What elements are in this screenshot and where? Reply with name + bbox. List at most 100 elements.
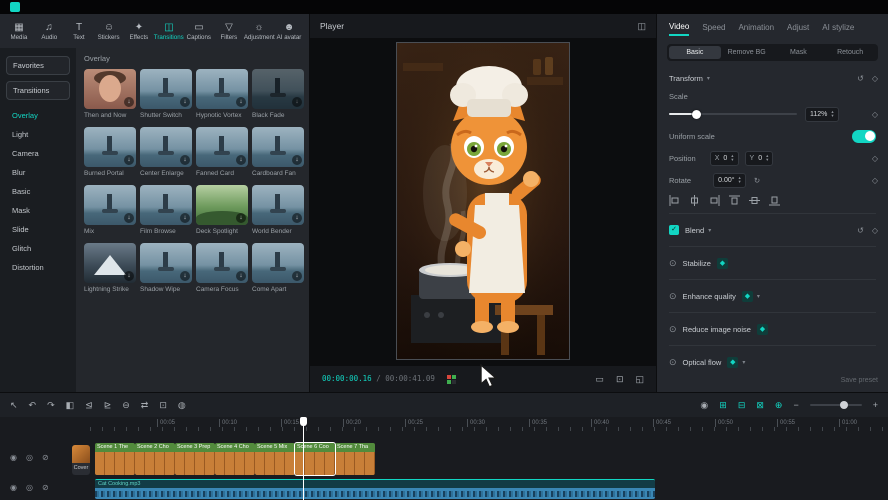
rotate-dial-icon[interactable]: ↻ bbox=[754, 176, 760, 185]
sidebar-item-glitch[interactable]: Glitch bbox=[6, 239, 70, 258]
align-center-h-icon[interactable] bbox=[689, 195, 700, 206]
transition-item[interactable]: ↓Lightning Strike bbox=[84, 243, 136, 301]
mute-track-icon[interactable]: ◉ bbox=[10, 483, 17, 492]
sidebar-item-basic[interactable]: Basic bbox=[6, 182, 70, 201]
uniform-scale-toggle[interactable] bbox=[852, 130, 876, 143]
tab-ai-stylize[interactable]: AI stylize bbox=[822, 23, 854, 35]
sidebar-item-camera[interactable]: Camera bbox=[6, 144, 70, 163]
stepper-down-icon[interactable]: ▾ bbox=[739, 180, 741, 184]
sidebar-item-mask[interactable]: Mask bbox=[6, 201, 70, 220]
transition-item[interactable]: ↓Mix bbox=[84, 185, 136, 243]
tab-speed[interactable]: Speed bbox=[702, 23, 725, 35]
align-right-icon[interactable] bbox=[709, 195, 720, 206]
snapshot-icon[interactable]: ⊡ bbox=[616, 374, 624, 385]
transition-item[interactable]: ↓Burned Portal bbox=[84, 127, 136, 185]
preview-axis-icon[interactable]: ⊞ bbox=[719, 400, 727, 411]
sidebar-item-overlay[interactable]: Overlay bbox=[6, 106, 70, 125]
transition-item[interactable]: ↓Deck Spotlight bbox=[196, 185, 248, 243]
keyframe-icon[interactable]: ◇ bbox=[872, 74, 878, 83]
transition-item[interactable]: ↓Then and Now bbox=[84, 69, 136, 127]
transition-item[interactable]: ↓Shadow Wipe bbox=[140, 243, 192, 301]
clip-scene-7[interactable]: Scene 7 Tha bbox=[335, 443, 375, 475]
clip-scene-1[interactable]: Scene 1 The bbox=[95, 443, 135, 475]
auto-ripple-icon[interactable]: ⊟ bbox=[738, 400, 746, 411]
split-icon[interactable]: ◧ bbox=[66, 400, 75, 411]
keyframe-icon[interactable]: ◇ bbox=[872, 176, 878, 185]
transition-item[interactable]: ↓World Bender bbox=[252, 185, 304, 243]
transition-item[interactable]: ↓Black Fade bbox=[252, 69, 304, 127]
stepper-down-icon[interactable]: ▾ bbox=[831, 114, 833, 118]
tab-video[interactable]: Video bbox=[669, 22, 689, 36]
subtab-retouch[interactable]: Retouch bbox=[824, 46, 876, 59]
sidebar-item-light[interactable]: Light bbox=[6, 125, 70, 144]
keyframe-icon[interactable]: ◇ bbox=[872, 110, 878, 119]
zoom-slider-knob[interactable] bbox=[840, 401, 848, 409]
transition-item[interactable]: ↓Camera Focus bbox=[196, 243, 248, 301]
transition-item[interactable]: ↓Fanned Card bbox=[196, 127, 248, 185]
clip-scene-4[interactable]: Scene 4 Cho bbox=[215, 443, 255, 475]
tab-adjustment[interactable]: ☼Adjustment bbox=[244, 22, 274, 41]
reset-icon[interactable]: ↺ bbox=[857, 226, 864, 235]
subtab-remove-bg[interactable]: Remove BG bbox=[721, 46, 773, 59]
snapping-icon[interactable]: ⊕ bbox=[775, 400, 783, 411]
align-middle-v-icon[interactable] bbox=[749, 195, 760, 206]
video-preview[interactable] bbox=[310, 38, 656, 366]
zoom-in-icon[interactable]: + bbox=[873, 400, 878, 410]
mask-tool-icon[interactable]: ◍ bbox=[178, 400, 186, 411]
sidebar-item-blur[interactable]: Blur bbox=[6, 163, 70, 182]
enhance-quality-label[interactable]: Enhance quality bbox=[683, 292, 736, 301]
clip-scene-6[interactable]: Scene 6 Coo bbox=[295, 443, 335, 475]
tab-ai-avatar[interactable]: ☻AI avatar bbox=[274, 22, 304, 41]
mirror-icon[interactable]: ⇄ bbox=[141, 400, 149, 411]
transition-item[interactable]: ↓Shutter Switch bbox=[140, 69, 192, 127]
reduce-noise-label[interactable]: Reduce image noise bbox=[683, 325, 751, 334]
transform-section-label[interactable]: Transform bbox=[669, 74, 703, 83]
fullscreen-icon[interactable]: ◱ bbox=[635, 374, 644, 385]
tab-captions[interactable]: ▭Captions bbox=[184, 22, 214, 41]
delete-left-icon[interactable]: ⊴ bbox=[85, 400, 93, 411]
keyframe-icon[interactable]: ◇ bbox=[872, 154, 878, 163]
timeline-zoom-slider[interactable] bbox=[810, 404, 862, 406]
scale-value-stepper[interactable]: 112% ▴▾ bbox=[805, 107, 839, 122]
blend-label[interactable]: Blend bbox=[685, 226, 704, 235]
save-preset-button[interactable]: Save preset bbox=[841, 377, 878, 384]
stepper-down-icon[interactable]: ▾ bbox=[766, 158, 768, 162]
zoom-out-icon[interactable]: − bbox=[793, 400, 798, 410]
sidebar-transitions[interactable]: Transitions bbox=[6, 81, 70, 100]
tab-stickers[interactable]: ☺Stickers bbox=[94, 22, 124, 41]
ratio-icon[interactable]: ▭ bbox=[595, 374, 604, 385]
stepper-down-icon[interactable]: ▾ bbox=[731, 158, 733, 162]
align-left-icon[interactable] bbox=[669, 195, 680, 206]
transition-item[interactable]: ↓Film Browse bbox=[140, 185, 192, 243]
optical-flow-label[interactable]: Optical flow bbox=[683, 358, 722, 367]
subtab-basic[interactable]: Basic bbox=[669, 46, 721, 59]
playhead[interactable] bbox=[303, 417, 304, 500]
voiceover-icon[interactable]: ◉ bbox=[700, 400, 708, 411]
rotate-stepper[interactable]: 0.00° ▴▾ bbox=[713, 173, 746, 188]
position-y-stepper[interactable]: Y 0 ▴▾ bbox=[745, 151, 774, 166]
tab-animation[interactable]: Animation bbox=[738, 23, 774, 35]
redo-icon[interactable]: ↷ bbox=[47, 400, 55, 411]
tab-audio[interactable]: ♫Audio bbox=[34, 22, 64, 41]
clip-scene-2[interactable]: Scene 2 Cho bbox=[135, 443, 175, 475]
tab-adjust[interactable]: Adjust bbox=[787, 23, 809, 35]
transition-item[interactable]: ↓Center Enlarge bbox=[140, 127, 192, 185]
transition-item[interactable]: ↓Cardboard Fan bbox=[252, 127, 304, 185]
delete-right-icon[interactable]: ⊵ bbox=[104, 400, 112, 411]
tab-filters[interactable]: ▽Filters bbox=[214, 22, 244, 41]
select-tool-icon[interactable]: ↖ bbox=[10, 400, 18, 411]
tab-transitions[interactable]: ◫Transitions bbox=[154, 22, 184, 41]
cover-button[interactable]: Cover bbox=[72, 445, 90, 475]
blend-checkbox[interactable]: ✓ bbox=[669, 225, 679, 235]
position-x-stepper[interactable]: X 0 ▴▾ bbox=[710, 151, 739, 166]
align-top-icon[interactable] bbox=[729, 195, 740, 206]
hide-track-icon[interactable]: ◎ bbox=[26, 453, 33, 462]
transition-item[interactable]: ↓Come Apart bbox=[252, 243, 304, 301]
sidebar-favorites[interactable]: Favorites bbox=[6, 56, 70, 75]
scale-slider-knob[interactable] bbox=[692, 110, 701, 119]
sidebar-item-distortion[interactable]: Distortion bbox=[6, 258, 70, 277]
crop-icon[interactable]: ⊡ bbox=[159, 400, 167, 411]
tab-effects[interactable]: ✦Effects bbox=[124, 22, 154, 41]
subtab-mask[interactable]: Mask bbox=[773, 46, 825, 59]
delete-icon[interactable]: ⊖ bbox=[122, 400, 130, 411]
